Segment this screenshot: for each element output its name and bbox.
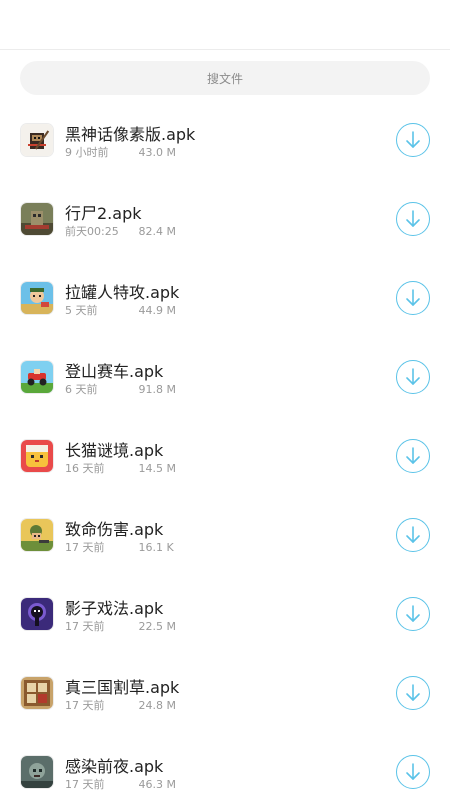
file-meta: 17 天前 46.3 M [65, 776, 176, 792]
file-meta: 6 天前 91.8 M [65, 381, 176, 397]
file-meta: 17 天前 22.5 M [65, 618, 176, 634]
download-button[interactable] [396, 597, 430, 631]
infection-eve-icon [21, 756, 53, 788]
file-row[interactable]: 感染前夜.apk 17 天前 46.3 M [0, 733, 450, 800]
file-row[interactable]: 长猫谜境.apk 16 天前 14.5 M [0, 417, 450, 496]
file-meta: 17 天前 24.8 M [65, 697, 176, 713]
file-name: 登山赛车.apk [65, 362, 164, 381]
file-meta: 9 小时前 43.0 M [65, 144, 176, 160]
download-arrow-icon [406, 605, 420, 622]
download-arrow-icon [406, 684, 420, 701]
file-size: 24.8 M [138, 699, 176, 712]
file-time: 17 天前 [65, 699, 105, 712]
file-meta: 5 天前 44.9 M [65, 302, 176, 318]
file-size: 22.5 M [138, 620, 176, 633]
download-arrow-icon [406, 368, 420, 385]
download-arrow-icon [406, 131, 420, 148]
download-button[interactable] [396, 360, 430, 394]
download-button[interactable] [396, 755, 430, 789]
file-row[interactable]: 真三国割草.apk 17 天前 24.8 M [0, 654, 450, 733]
file-time: 17 天前 [65, 620, 105, 633]
file-name: 真三国割草.apk [65, 678, 180, 697]
file-time: 17 天前 [65, 778, 105, 791]
walking-dead-2-icon [21, 203, 53, 235]
file-row[interactable]: 行尸2.apk 前天00:25 82.4 M [0, 180, 450, 259]
file-row[interactable]: 登山赛车.apk 6 天前 91.8 M [0, 338, 450, 417]
download-button[interactable] [396, 202, 430, 236]
file-size: 16.1 K [138, 541, 174, 554]
search-bar[interactable]: 搜文件 [20, 61, 430, 95]
file-time: 9 小时前 [65, 146, 109, 159]
file-size: 46.3 M [138, 778, 176, 791]
file-name: 致命伤害.apk [65, 520, 164, 539]
file-row[interactable]: 影子戏法.apk 17 天前 22.5 M [0, 575, 450, 654]
black-myth-pixel-icon [21, 124, 53, 156]
file-name: 感染前夜.apk [65, 757, 164, 776]
file-name: 行尸2.apk [65, 204, 142, 223]
download-arrow-icon [406, 526, 420, 543]
file-name: 影子戏法.apk [65, 599, 164, 618]
file-time: 16 天前 [65, 462, 105, 475]
file-meta: 17 天前 16.1 K [65, 539, 174, 555]
file-name: 黑神话像素版.apk [65, 125, 196, 144]
download-arrow-icon [406, 763, 420, 780]
file-size: 91.8 M [138, 383, 176, 396]
file-time: 5 天前 [65, 304, 98, 317]
file-name: 长猫谜境.apk [65, 441, 164, 460]
file-size: 14.5 M [138, 462, 176, 475]
can-man-assault-icon [21, 282, 53, 314]
download-button[interactable] [396, 518, 430, 552]
file-time: 前天00:25 [65, 225, 119, 238]
download-button[interactable] [396, 123, 430, 157]
file-row[interactable]: 拉罐人特攻.apk 5 天前 44.9 M [0, 259, 450, 338]
file-size: 43.0 M [138, 146, 176, 159]
search-placeholder: 搜文件 [206, 71, 243, 86]
fatal-damage-icon [21, 519, 53, 551]
file-row[interactable]: 致命伤害.apk 17 天前 16.1 K [0, 496, 450, 575]
download-arrow-icon [406, 289, 420, 306]
download-button[interactable] [396, 439, 430, 473]
download-button[interactable] [396, 281, 430, 315]
three-kingdoms-mowing-icon [21, 677, 53, 709]
long-cat-maze-icon [21, 440, 53, 472]
file-size: 82.4 M [138, 225, 176, 238]
file-time: 6 天前 [65, 383, 98, 396]
download-button[interactable] [396, 676, 430, 710]
file-size: 44.9 M [138, 304, 176, 317]
shadow-trick-icon [21, 598, 53, 630]
download-arrow-icon [406, 210, 420, 227]
top-bar [0, 0, 450, 50]
hill-climb-racing-icon [21, 361, 53, 393]
file-time: 17 天前 [65, 541, 105, 554]
file-name: 拉罐人特攻.apk [65, 283, 180, 302]
file-list: 黑神话像素版.apk 9 小时前 43.0 M 行尸2.apk 前天00:25 … [0, 101, 450, 800]
download-arrow-icon [406, 447, 420, 464]
file-meta: 16 天前 14.5 M [65, 460, 176, 476]
file-row[interactable]: 黑神话像素版.apk 9 小时前 43.0 M [0, 101, 450, 180]
file-meta: 前天00:25 82.4 M [65, 223, 176, 239]
